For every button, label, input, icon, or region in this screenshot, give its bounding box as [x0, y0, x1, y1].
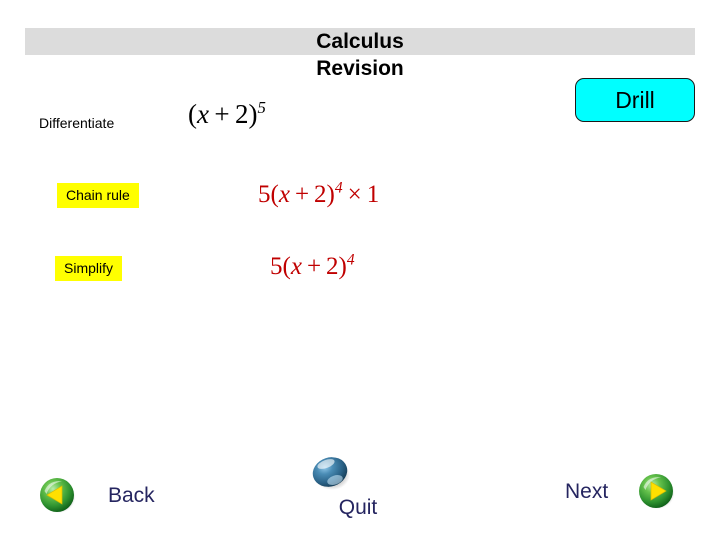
- next-button[interactable]: Next: [565, 472, 685, 518]
- expression-rendered: (x + 2)5: [188, 98, 266, 129]
- quit-button-label: Quit: [338, 496, 378, 519]
- expression-chain-rule: 5(x + 2)4 × 1: [258, 180, 379, 209]
- next-button-label: Next: [565, 480, 609, 503]
- green-sphere-left-arrow-icon: [38, 476, 76, 514]
- expression-rendered: 5(x + 2)4 × 1: [258, 180, 380, 209]
- back-button-label: Back: [108, 484, 155, 507]
- step-label-text: Simplify: [55, 256, 123, 281]
- green-sphere-right-arrow-icon: [637, 472, 675, 510]
- step-label-text: Differentiate: [39, 115, 115, 131]
- page-title: Calculus Revision: [316, 30, 404, 80]
- step-label-simplify: Simplify: [55, 256, 123, 281]
- step-label-text: Chain rule: [57, 183, 139, 208]
- drill-button-label: Drill: [615, 86, 655, 113]
- step-label-differentiate: Differentiate: [39, 115, 114, 131]
- expression-simplify: 5(x + 2)4: [270, 252, 355, 281]
- expression-rendered: 5(x + 2)4: [270, 252, 355, 281]
- step-label-chain-rule: Chain rule: [57, 183, 139, 208]
- quit-button[interactable]: Quit: [310, 455, 406, 535]
- back-button[interactable]: Back: [38, 474, 198, 540]
- blue-sphere-icon: [310, 455, 406, 491]
- drill-button[interactable]: Drill: [575, 78, 695, 122]
- expression-differentiate: (x + 2)5: [188, 98, 266, 130]
